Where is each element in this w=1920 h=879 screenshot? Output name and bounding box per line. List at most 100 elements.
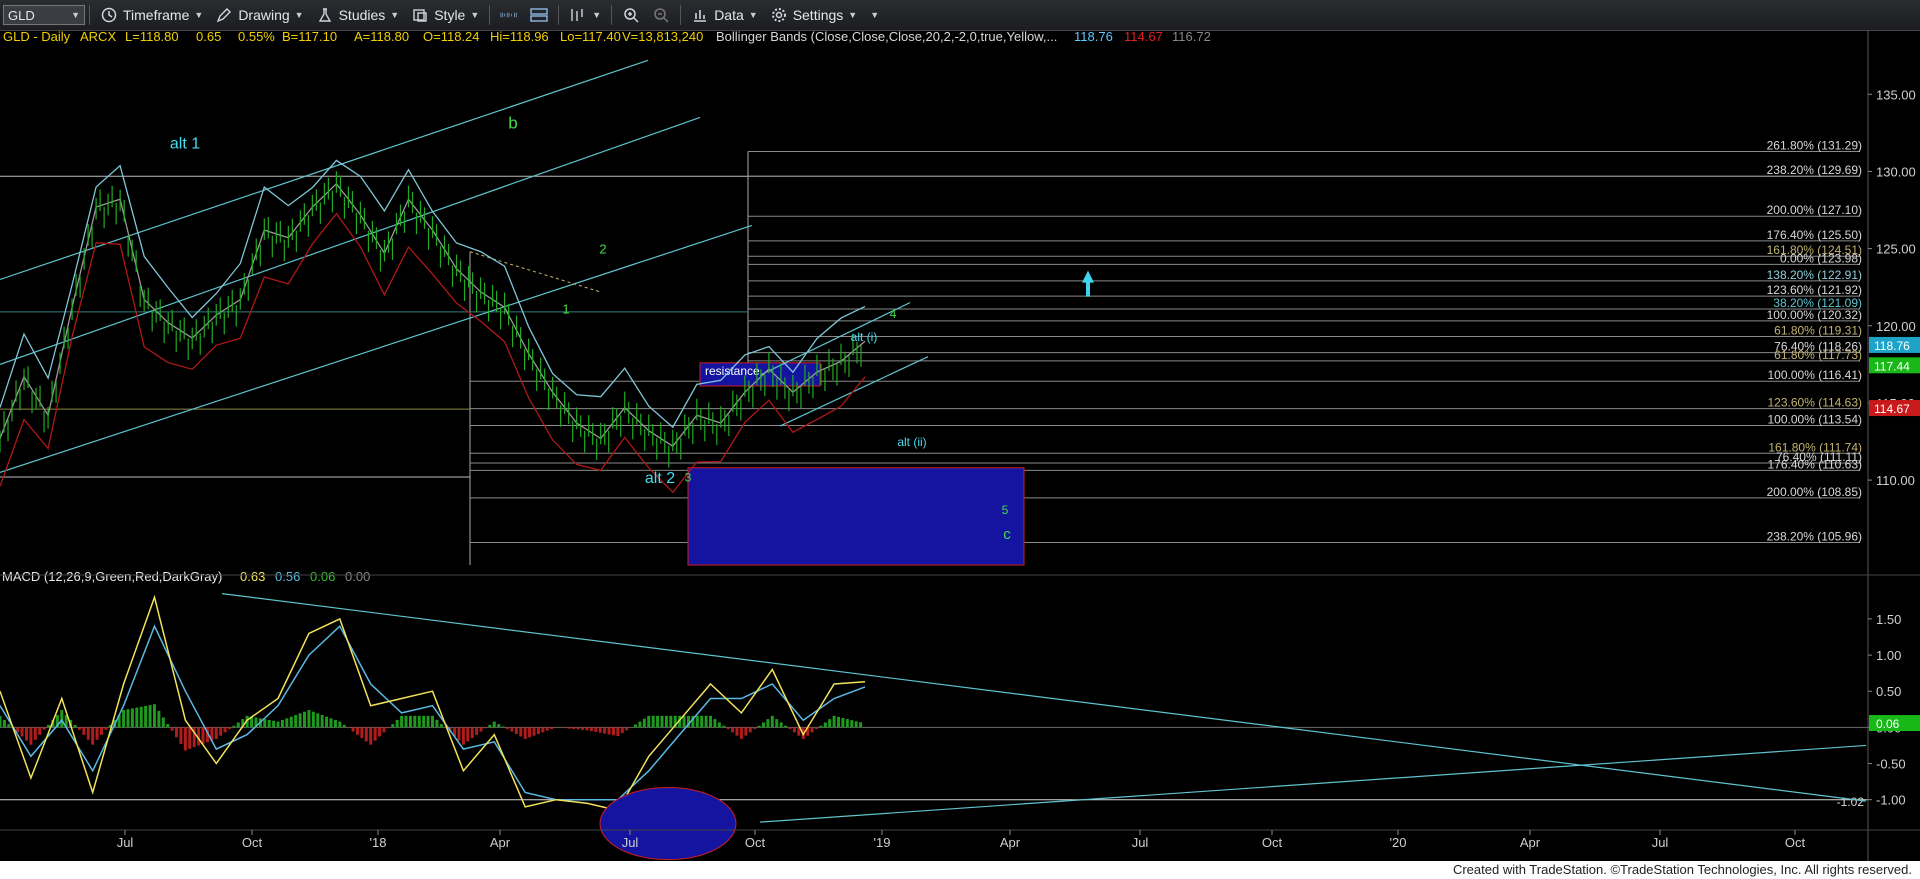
macd-trendline xyxy=(221,593,1867,802)
toolbar: GLD ▼ Timeframe ▼ Drawing ▼ Studies ▼ St… xyxy=(0,0,1920,31)
price-exchange: ARCX xyxy=(80,30,116,44)
chevron-down-icon: ▼ xyxy=(390,10,400,20)
bb-upper-value: 118.76 xyxy=(1074,30,1113,44)
wave-label: 2 xyxy=(599,241,606,256)
zoom-out-icon xyxy=(652,6,670,24)
chevron-down-icon: ▼ xyxy=(470,10,480,20)
fib-level-label: 100.00% (120.32) xyxy=(1767,308,1862,322)
wave-label: alt (ii) xyxy=(897,435,926,449)
zoom-in-button[interactable] xyxy=(616,3,646,27)
chevron-down-icon: ▼ xyxy=(848,10,858,20)
macd-tick-label: 0.50 xyxy=(1876,684,1901,699)
price-tick-label: 110.00 xyxy=(1876,473,1915,488)
price-badge-label: 117.44 xyxy=(1874,359,1910,373)
price-header: GLD - Daily ARCX L=118.80 0.65 0.55% B=1… xyxy=(3,30,1211,44)
macd-trendline xyxy=(759,744,1867,823)
zoom-out-button[interactable] xyxy=(646,3,676,27)
studies-label: Studies xyxy=(338,7,386,23)
bb-mid-value: 116.72 xyxy=(1172,30,1211,44)
price-high: Hi=118.96 xyxy=(490,30,549,44)
macd-value-4: 0.00 xyxy=(345,569,370,584)
target-zone xyxy=(687,467,1025,566)
fib-level-label: 200.00% (108.85) xyxy=(1767,485,1862,499)
copyright-text: Created with TradeStation. ©TradeStation… xyxy=(1452,862,1912,877)
overflow-caret-icon: ▼ xyxy=(870,10,880,20)
bar-spacing-button[interactable] xyxy=(494,3,524,27)
macd-label: MACD (12,26,9,Green,Red,DarkGray) xyxy=(2,569,222,584)
date-tick-label: Jul xyxy=(1132,835,1149,850)
studies-button[interactable]: Studies ▼ xyxy=(310,3,406,27)
fib-level-label: 176.40% (125.50) xyxy=(1767,228,1862,242)
symbol-selector[interactable]: GLD ▼ xyxy=(3,5,85,25)
symbol-text: GLD xyxy=(8,7,35,23)
channel-line xyxy=(0,116,701,365)
toolbar-divider xyxy=(89,5,90,25)
price-badge-label: 118.76 xyxy=(1874,339,1910,353)
date-tick-label: Oct xyxy=(1785,835,1806,850)
cursor-mode-button[interactable]: ▼ xyxy=(563,3,607,27)
fib-level-label: 123.60% (114.63) xyxy=(1767,396,1862,410)
gear-icon xyxy=(770,6,788,24)
wave-label: 1 xyxy=(562,301,569,316)
chevron-down-icon: ▼ xyxy=(592,10,602,20)
settings-button[interactable]: Settings ▼ ▼ xyxy=(764,3,885,27)
price-change: 0.65 xyxy=(196,30,221,44)
macd-trendline-label: -1.02 xyxy=(1837,795,1865,809)
macd-tick-label: 1.00 xyxy=(1876,648,1901,663)
macd-value-3: 0.06 xyxy=(310,569,335,584)
chevron-down-icon: ▼ xyxy=(748,10,758,20)
price-tick-label: 125.00 xyxy=(1876,242,1916,257)
macd-tick-label: -1.00 xyxy=(1876,793,1906,808)
macd-badge-label: 0.06 xyxy=(1876,717,1900,731)
panes-icon xyxy=(530,6,548,24)
price-last: L=118.80 xyxy=(125,30,179,44)
fib-level-label: 100.00% (116.41) xyxy=(1767,368,1862,382)
data-button[interactable]: Data ▼ xyxy=(685,3,764,27)
price-bid: B=117.10 xyxy=(282,30,337,44)
macd-value-2: 0.56 xyxy=(275,569,300,584)
crosshair-icon xyxy=(569,6,587,24)
panes-button[interactable] xyxy=(524,3,554,27)
up-arrow-icon xyxy=(1082,270,1094,297)
settings-label: Settings xyxy=(792,7,844,23)
price-symbol-info: GLD - Daily xyxy=(3,30,71,44)
date-tick-label: Oct xyxy=(242,835,263,850)
chevron-down-icon: ▼ xyxy=(194,10,204,20)
resistance-label: resistance xyxy=(705,364,760,378)
timeframe-button[interactable]: Timeframe ▼ xyxy=(94,3,209,27)
footer: Created with TradeStation. ©TradeStation… xyxy=(0,861,1920,879)
macd-line xyxy=(0,594,866,812)
chart-area[interactable]: GLD - Daily ARCX L=118.80 0.65 0.55% B=1… xyxy=(0,30,1920,861)
date-tick-label: Oct xyxy=(745,835,766,850)
chevron-down-icon: ▼ xyxy=(71,10,80,20)
fib-level-label: 100.00% (113.54) xyxy=(1767,412,1862,426)
timeframe-label: Timeframe xyxy=(123,7,190,23)
fib-level-label: 61.80% (117.73) xyxy=(1774,348,1862,362)
bollinger-label: Bollinger Bands (Close,Close,Close,20,2,… xyxy=(716,30,1057,44)
date-tick-label: Apr xyxy=(1000,835,1021,850)
toolbar-divider xyxy=(611,5,613,25)
data-label: Data xyxy=(714,7,744,23)
date-tick-label: Jul xyxy=(1652,835,1669,850)
date-tick-label: Apr xyxy=(490,835,511,850)
flask-icon xyxy=(316,6,334,24)
date-tick-label: '19 xyxy=(874,835,891,850)
date-tick-label: Oct xyxy=(1262,835,1283,850)
style-icon xyxy=(411,6,429,24)
wave-label: alt (i) xyxy=(851,330,878,344)
zoom-in-icon xyxy=(622,6,640,24)
fib-level-label: 261.80% (131.29) xyxy=(1767,139,1862,153)
style-button[interactable]: Style ▼ xyxy=(405,3,485,27)
fib-level-label: 238.20% (105.96) xyxy=(1767,529,1862,543)
price-badge-label: 114.67 xyxy=(1874,402,1910,416)
fib-level-label: 61.80% (119.31) xyxy=(1774,323,1862,337)
bollinger-upper-band xyxy=(0,159,866,429)
fib-level-label: 176.40% (110.63) xyxy=(1767,457,1862,471)
bollinger-lower-band xyxy=(0,212,866,494)
fib-level-label: 200.00% (127.10) xyxy=(1767,203,1862,217)
drawing-button[interactable]: Drawing ▼ xyxy=(209,3,309,27)
price-tick-label: 130.00 xyxy=(1876,164,1916,179)
price-change-pct: 0.55% xyxy=(238,30,275,44)
price-low: Lo=117.40 xyxy=(560,30,621,44)
wave-label: c xyxy=(1003,526,1011,543)
